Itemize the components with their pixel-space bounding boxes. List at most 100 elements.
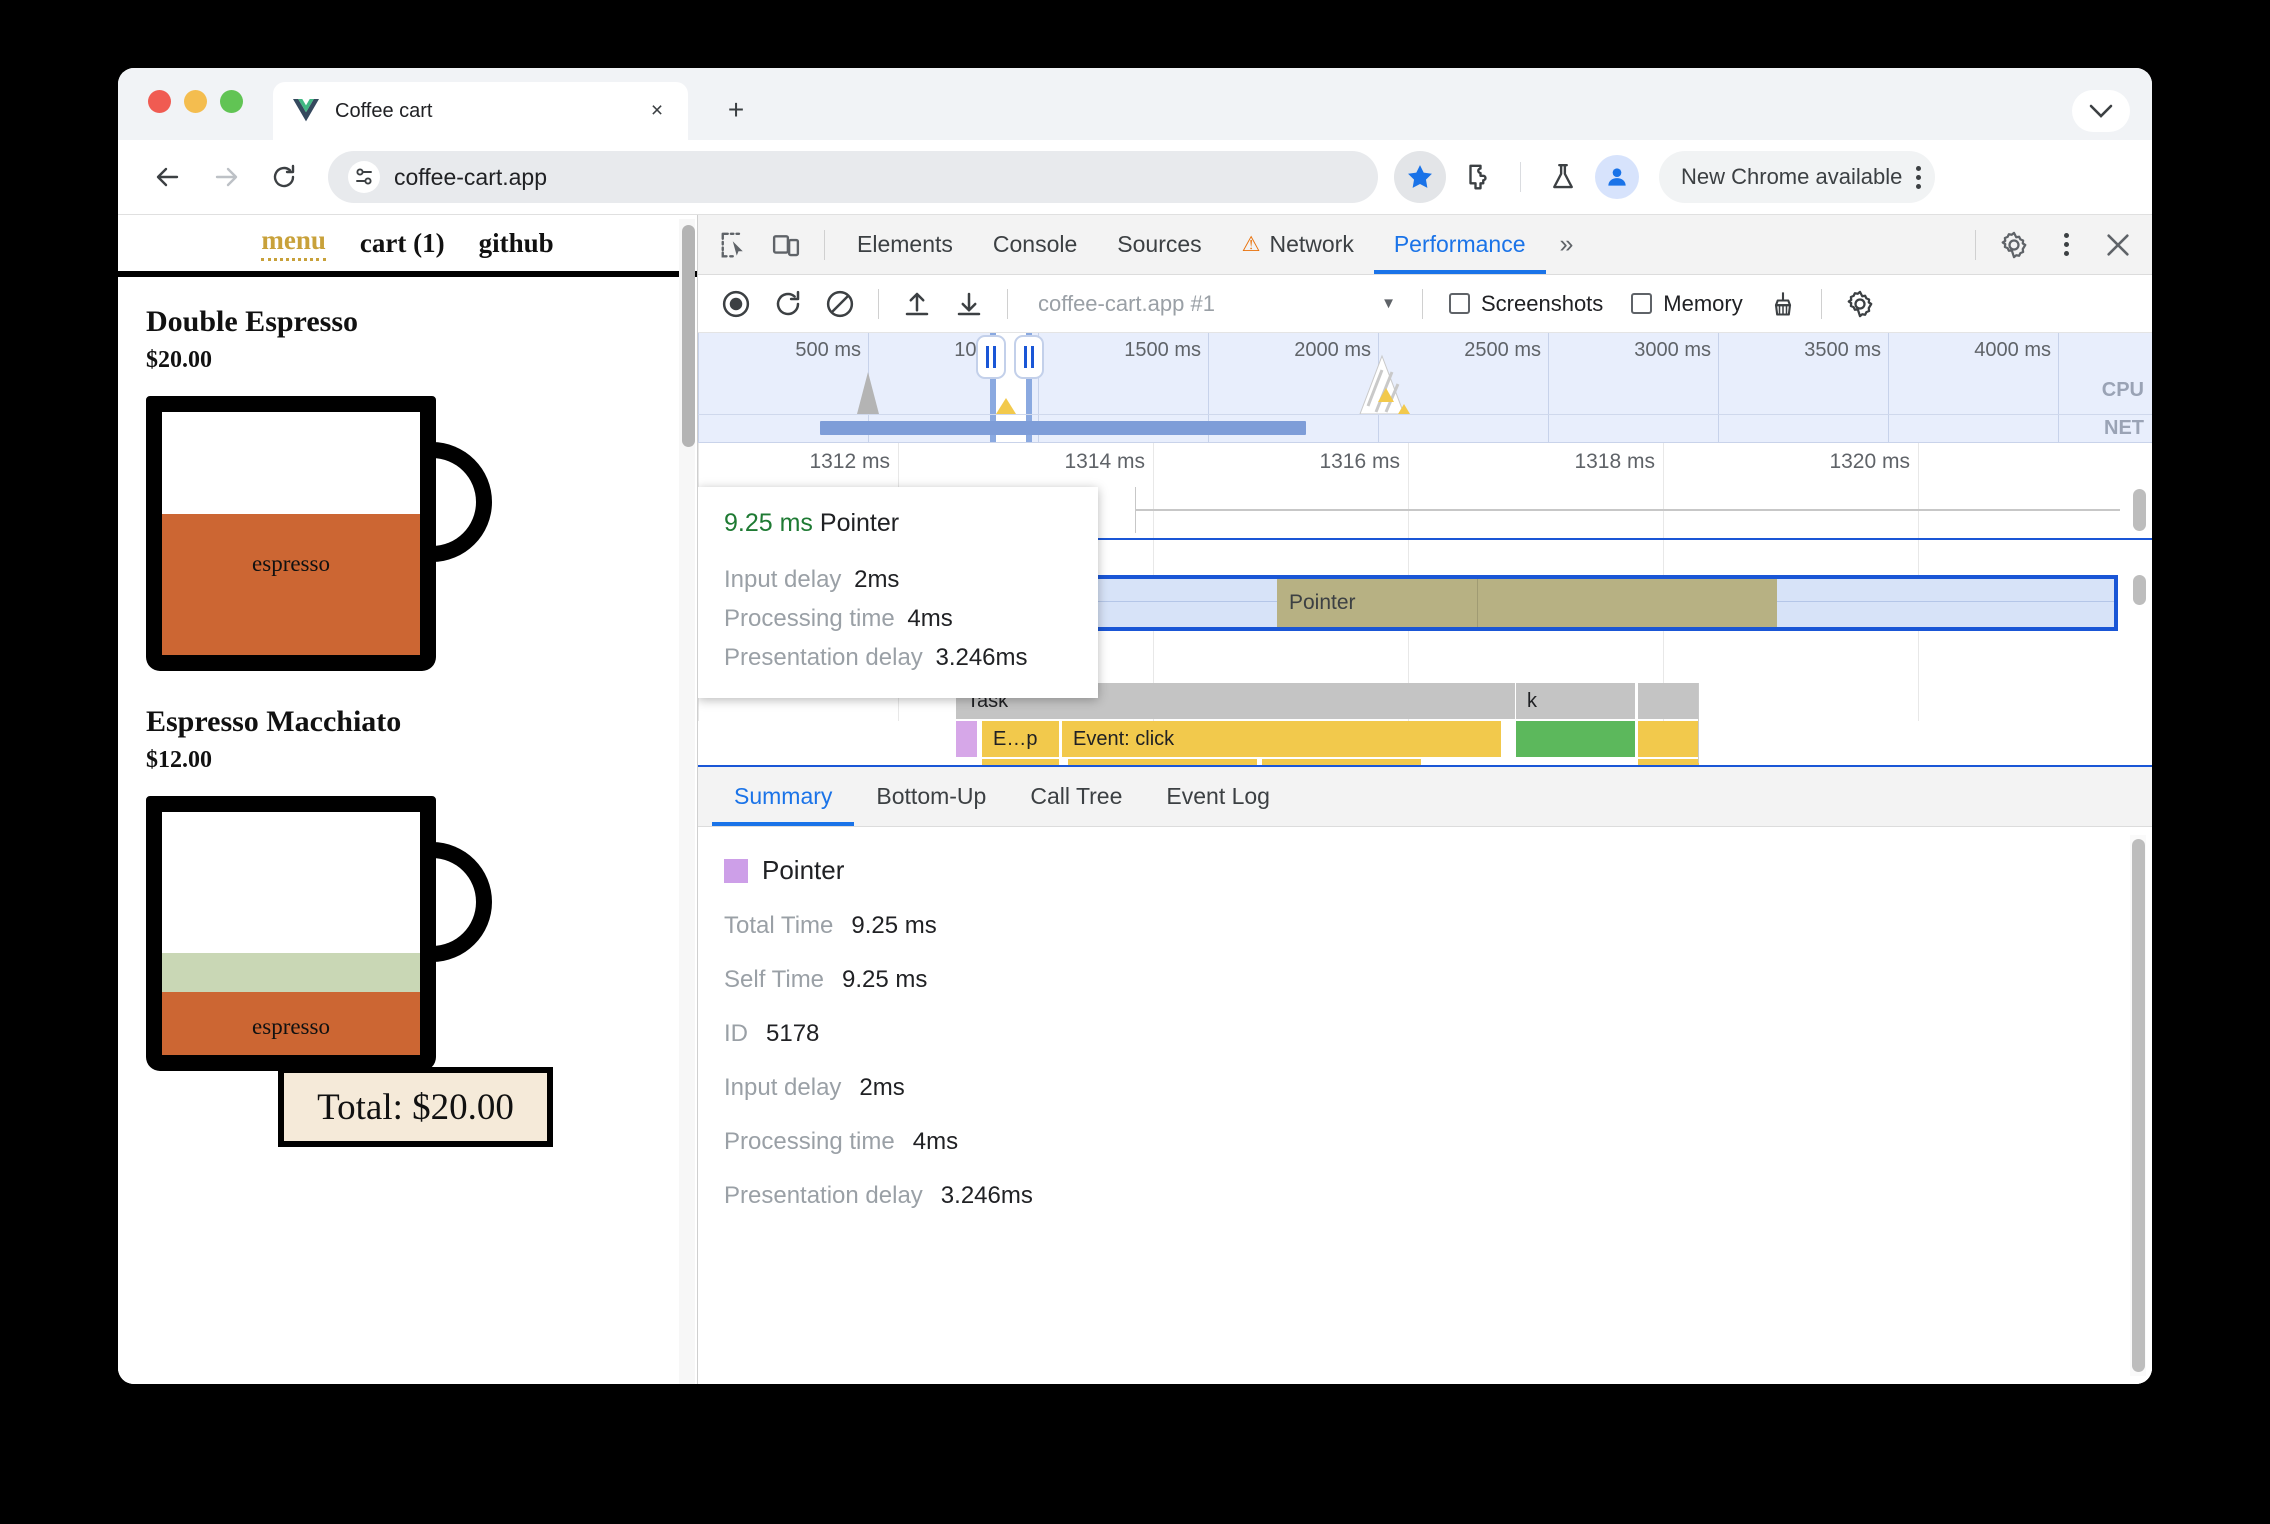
tab-label: Sources — [1117, 231, 1202, 257]
profile-selector[interactable]: coffee-cart.app #1 ▼ — [1020, 291, 1410, 317]
toolbar-divider — [1820, 288, 1822, 319]
tab-label: Call Tree — [1030, 783, 1123, 809]
summary-key: Total Time — [724, 912, 834, 939]
flame-cell[interactable]: Event: click — [1062, 721, 1502, 757]
coffee-cup-graphic[interactable]: espresso — [146, 796, 492, 1071]
close-tab-icon[interactable]: × — [644, 98, 670, 124]
minimize-window-button[interactable] — [184, 90, 207, 113]
memory-checkbox[interactable]: Memory — [1617, 291, 1756, 317]
tab-performance[interactable]: Performance — [1374, 216, 1546, 274]
tab-summary[interactable]: Summary — [712, 767, 854, 826]
coffee-cup-graphic[interactable]: espresso — [146, 396, 492, 671]
tab-bottom-up[interactable]: Bottom-Up — [854, 767, 1008, 826]
devtools-settings-gear-icon[interactable] — [1988, 221, 2040, 269]
extensions-icon[interactable] — [1452, 151, 1504, 203]
browser-menu-kebab-icon[interactable] — [1916, 165, 1922, 189]
tab-call-tree[interactable]: Call Tree — [1008, 767, 1144, 826]
network-band — [698, 414, 2152, 442]
tab-console[interactable]: Console — [973, 216, 1097, 274]
load-profile-icon[interactable] — [891, 280, 943, 328]
summary-key: ID — [724, 1020, 748, 1047]
close-window-button[interactable] — [148, 90, 171, 113]
overview-left-handle[interactable] — [976, 335, 1006, 379]
overview-tick-label: 2500 ms — [1464, 339, 1541, 361]
clear-recording-button[interactable] — [814, 280, 866, 328]
collect-garbage-broom-icon[interactable] — [1757, 280, 1809, 328]
forward-button[interactable] — [200, 151, 252, 203]
reload-button[interactable] — [258, 151, 310, 203]
product-card-1[interactable]: Double Espresso $20.00 espresso — [118, 277, 697, 671]
back-button[interactable] — [142, 151, 194, 203]
flame-cell[interactable] — [1638, 683, 1700, 719]
reload-and-record-button[interactable] — [762, 280, 814, 328]
browser-tab-title: Coffee cart — [335, 99, 433, 122]
flamechart-scrollbar[interactable] — [2133, 483, 2149, 723]
page-nav: menu cart (1) github — [118, 215, 697, 277]
devtools-panel: Elements Console Sources ⚠ Network Perfo… — [698, 215, 2152, 1384]
flame-cell[interactable] — [956, 721, 978, 757]
device-toolbar-icon[interactable] — [760, 221, 812, 269]
timeline-tick-label: 1316 ms — [1319, 450, 1400, 473]
flame-cell[interactable] — [1516, 721, 1636, 757]
close-devtools-icon[interactable] — [2092, 221, 2144, 269]
maximize-window-button[interactable] — [220, 90, 243, 113]
product-card-2[interactable]: Espresso Macchiato $12.00 espresso — [118, 671, 697, 1071]
tabbar-divider — [824, 229, 825, 260]
pointer-bar-label: Pointer — [1289, 591, 1356, 614]
bookmark-star-icon[interactable] — [1394, 151, 1446, 203]
tooltip-row-value: 2ms — [854, 566, 900, 593]
flame-cell[interactable] — [1638, 721, 1700, 757]
tab-event-log[interactable]: Event Log — [1144, 767, 1292, 826]
inspect-element-icon[interactable] — [708, 221, 760, 269]
tooltip-row: Processing time 4ms — [724, 605, 1068, 633]
page-scrollbar[interactable] — [679, 219, 695, 1384]
browser-tab[interactable]: Coffee cart × — [273, 82, 688, 140]
screenshots-checkbox[interactable]: Screenshots — [1435, 291, 1617, 317]
page-nav-cart[interactable]: cart (1) — [360, 228, 445, 259]
summary-row: Self Time 9.25 ms — [724, 966, 2152, 994]
summary-panel: Pointer Total Time 9.25 ms Self Time 9.2… — [698, 827, 2152, 1384]
flame-cell[interactable]: E…p — [982, 721, 1060, 757]
tab-elements[interactable]: Elements — [837, 216, 973, 274]
site-settings-icon[interactable] — [348, 161, 380, 193]
experiments-flask-icon[interactable] — [1537, 151, 1589, 203]
tooltip-heading: 9.25 ms Pointer — [724, 509, 1068, 538]
interactions-scrollbar-thumb[interactable] — [2133, 575, 2146, 605]
summary-key: Processing time — [724, 1128, 895, 1155]
more-tabs-icon[interactable]: » — [1546, 230, 1588, 259]
event-color-swatch — [724, 858, 748, 883]
timeline-overview[interactable]: 500 ms 500 ms 1000 ms 1500 ms 2000 ms 25… — [698, 333, 2152, 443]
overview-right-handle[interactable] — [1014, 335, 1044, 379]
tab-label: Bottom-Up — [876, 783, 987, 809]
page-nav-menu[interactable]: menu — [261, 225, 326, 261]
net-track-label: NET — [2104, 417, 2144, 439]
summary-scrollbar-thumb[interactable] — [2132, 839, 2145, 1372]
tab-network[interactable]: ⚠ Network — [1222, 216, 1374, 274]
pointer-interaction-bar[interactable]: Pointer — [1277, 579, 1777, 627]
profile-selector-value: coffee-cart.app #1 — [1038, 290, 1215, 316]
record-button[interactable] — [710, 280, 762, 328]
network-request-bar — [820, 421, 1306, 435]
profile-avatar-icon[interactable] — [1595, 155, 1639, 199]
new-tab-button[interactable]: + — [718, 92, 754, 128]
summary-scrollbar[interactable] — [2130, 835, 2146, 1376]
save-profile-icon[interactable] — [943, 280, 995, 328]
page-scrollbar-thumb[interactable] — [682, 225, 695, 447]
summary-key: Self Time — [724, 966, 825, 993]
flamechart-scrollbar-thumb[interactable] — [2133, 489, 2146, 531]
tab-search-chevron-icon[interactable] — [2072, 90, 2130, 132]
tab-label: Network — [1269, 231, 1354, 257]
tab-sources[interactable]: Sources — [1097, 216, 1221, 274]
flame-cell[interactable]: k — [1516, 683, 1636, 719]
timeline-flamechart[interactable]: 1312 ms 1314 ms 1316 ms 1318 ms 1320 ms … — [698, 443, 2152, 765]
devtools-menu-kebab-icon[interactable] — [2040, 221, 2092, 269]
cup-body: espresso — [146, 396, 436, 671]
toolbar-divider — [1422, 288, 1423, 319]
overview-tick-label: 500 ms — [795, 339, 861, 361]
address-bar[interactable]: coffee-cart.app — [328, 151, 1378, 203]
details-tabbar: Summary Bottom-Up Call Tree Event Log — [698, 767, 2152, 827]
chrome-update-button[interactable]: New Chrome available — [1659, 151, 1936, 203]
capture-settings-gear-icon[interactable] — [1834, 280, 1886, 328]
page-nav-github[interactable]: github — [479, 228, 554, 259]
tooltip-row-value: 4ms — [907, 605, 953, 632]
